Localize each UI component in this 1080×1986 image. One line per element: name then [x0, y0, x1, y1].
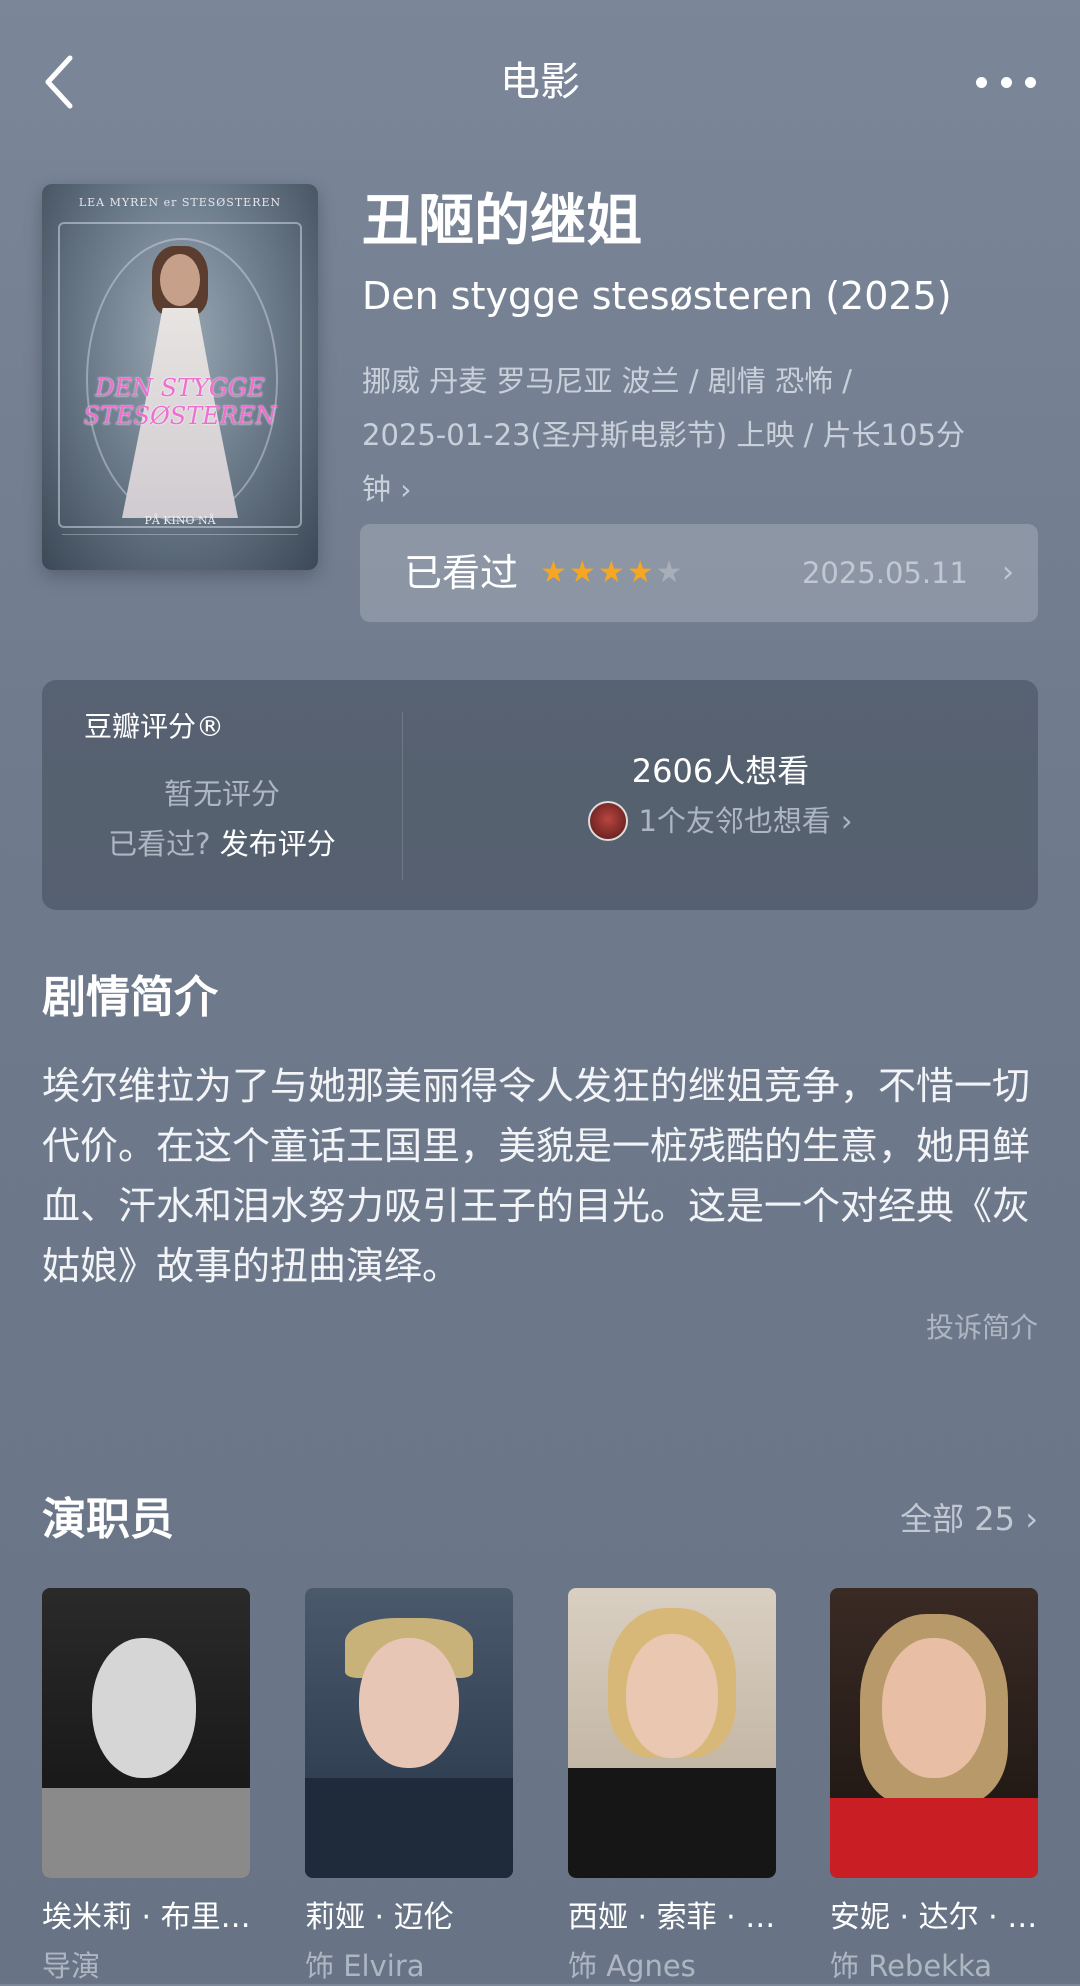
- rating-card: 豆瓣评分® 暂无评分 已看过? 发布评分 2606人想看 1个友邻也想看 ›: [42, 680, 1038, 910]
- cast-name: 埃米莉 · 布里…: [42, 1900, 250, 1935]
- cast-name: 安妮 · 达尔 · …: [830, 1900, 1038, 1935]
- chevron-right-icon: ›: [400, 473, 412, 506]
- poster-figure-head: [160, 254, 200, 306]
- no-rating-text: 暂无评分: [163, 777, 280, 811]
- chevron-right-icon: ›: [1025, 1500, 1038, 1538]
- cast-all-link[interactable]: 全部 25 ›: [900, 1494, 1038, 1544]
- star-filled-icon: ★: [597, 555, 625, 590]
- watched-label: 已看过: [404, 551, 519, 595]
- poster-top-text: LEA MYREN er STESØSTEREN: [78, 196, 282, 209]
- meta-line-3-text: 钟: [362, 472, 392, 506]
- cast-photo: [830, 1588, 1038, 1878]
- watched-stars: ★ ★ ★ ★ ★: [540, 554, 683, 592]
- cast-body: [42, 1788, 250, 1878]
- friend-avatar: [588, 801, 629, 841]
- publish-rating-link[interactable]: 发布评分: [220, 827, 336, 861]
- cast-photo: [42, 1588, 250, 1878]
- synopsis-title: 剧情简介: [42, 972, 218, 1023]
- poster-title: DEN STYGGE STESØSTEREN: [42, 374, 318, 430]
- synopsis-text: 埃尔维拉为了与她那美丽得令人发狂的继姐竞争，不惜一切代价。在这个童话王国里，美貌…: [42, 1064, 1031, 1288]
- report-synopsis-link[interactable]: 投诉简介: [926, 1306, 1038, 1350]
- poster-credits: [62, 534, 298, 549]
- cast-role: 饰 Rebekka: [830, 1949, 993, 1983]
- cast-body: [830, 1798, 1038, 1878]
- cast-card[interactable]: 西娅 · 索菲 · … 饰 Agnes: [568, 1588, 776, 1986]
- wish-count: 2606人想看: [631, 752, 810, 790]
- movie-poster[interactable]: LEA MYREN er STESØSTEREN DEN STYGGE STES…: [42, 184, 318, 570]
- star-filled-icon: ★: [568, 555, 596, 590]
- watched-card[interactable]: 已看过 ★ ★ ★ ★ ★ 2025.05.11 ›: [360, 524, 1038, 622]
- publish-rating-row[interactable]: 已看过? 发布评分: [42, 822, 402, 866]
- meta-line-3: 钟 ›: [362, 462, 1002, 517]
- cast-role: 饰 Agnes: [568, 1949, 696, 1983]
- chevron-right-icon: ›: [1002, 555, 1014, 590]
- star-filled-icon: ★: [626, 555, 654, 590]
- friends-wish-text: 1个友邻也想看: [638, 804, 831, 838]
- meta-line-1: 挪威 丹麦 罗马尼亚 波兰 / 剧情 恐怖 /: [362, 364, 853, 398]
- more-dot-icon: [976, 76, 987, 88]
- more-options-button[interactable]: [976, 62, 1036, 102]
- friends-wish-row[interactable]: 1个友邻也想看 ›: [403, 798, 1038, 844]
- cast-role: 导演: [42, 1949, 101, 1983]
- cast-photo: [568, 1588, 776, 1878]
- cast-face: [882, 1638, 986, 1778]
- watched-date: 2025.05.11: [801, 556, 968, 590]
- cast-title: 演职员: [42, 1494, 174, 1545]
- cast-role: 饰 Elvira: [305, 1949, 425, 1983]
- cast-name: 西娅 · 索菲 · …: [568, 1900, 776, 1935]
- cast-all-label: 全部 25: [900, 1500, 1016, 1538]
- star-filled-icon: ★: [540, 555, 567, 590]
- cast-card[interactable]: 埃米莉 · 布里… 导演: [42, 1588, 250, 1986]
- cast-face: [92, 1638, 196, 1778]
- cast-body: [568, 1768, 776, 1878]
- more-dot-icon: [1025, 76, 1036, 88]
- movie-meta[interactable]: 挪威 丹麦 罗马尼亚 波兰 / 剧情 恐怖 / 2025-01-23(圣丹斯电影…: [362, 354, 1002, 517]
- movie-original-title: Den stygge stesøsteren (2025): [362, 274, 952, 318]
- cast-face: [359, 1638, 459, 1768]
- chevron-right-icon: ›: [840, 804, 853, 838]
- poster-title-line1: DEN STYGGE: [95, 374, 265, 402]
- rating-divider: [402, 712, 403, 880]
- poster-title-line2: STESØSTEREN: [83, 402, 277, 430]
- douban-rating-label: 豆瓣评分®: [84, 710, 225, 743]
- cast-name: 莉娅 · 迈伦: [305, 1900, 454, 1935]
- meta-line-2: 2025-01-23(圣丹斯电影节) 上映 / 片长105分: [362, 418, 965, 452]
- cast-photo: [305, 1588, 513, 1878]
- poster-bottom-text: PÅ KINO NÅ: [144, 514, 216, 527]
- cast-card[interactable]: 莉娅 · 迈伦 饰 Elvira: [305, 1588, 513, 1986]
- cast-body: [305, 1778, 513, 1878]
- cast-card[interactable]: 安妮 · 达尔 · … 饰 Rebekka: [830, 1588, 1038, 1986]
- star-empty-icon: ★: [655, 555, 683, 590]
- cast-face: [626, 1634, 718, 1758]
- movie-title: 丑陋的继姐: [362, 189, 642, 254]
- more-dot-icon: [1000, 76, 1012, 88]
- nav-title: 电影: [500, 59, 580, 105]
- seen-question: 已看过?: [108, 827, 211, 861]
